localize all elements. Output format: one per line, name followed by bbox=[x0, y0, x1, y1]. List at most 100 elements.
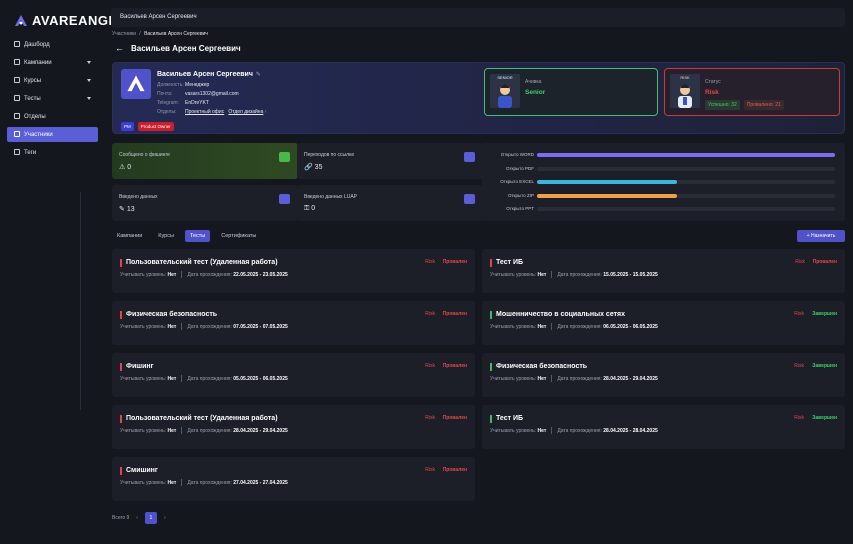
date-value: 28.04.2025 - 29.04.2025 bbox=[233, 427, 288, 434]
prev-page-button[interactable]: ‹ bbox=[136, 515, 138, 521]
department-link[interactable]: Проектный офис bbox=[185, 109, 224, 115]
page-header: ← Васильев Арсен Сергеевич bbox=[115, 43, 241, 53]
level-value: Нет bbox=[537, 323, 547, 330]
divider bbox=[181, 375, 183, 382]
back-arrow-icon[interactable]: ← bbox=[115, 43, 124, 53]
test-card[interactable]: Физическая безопасность Учитывать уровень… bbox=[112, 301, 475, 345]
risk-badge: Risk bbox=[425, 467, 435, 473]
test-title: Фишинг bbox=[120, 363, 154, 371]
sidebar-item-participants[interactable]: Участники bbox=[7, 127, 98, 142]
divider bbox=[551, 323, 553, 330]
date-label: Дата прохождения: bbox=[557, 375, 602, 382]
profile-tags: PM Product Owner bbox=[121, 122, 174, 131]
bar-label: Открыто PDF bbox=[505, 165, 534, 171]
bar-row: Открыто PPT bbox=[482, 205, 845, 213]
level-value: Нет bbox=[167, 323, 177, 330]
risk-badge: Risk bbox=[425, 259, 435, 265]
test-card[interactable]: Физическая безопасность Учитывать уровень… bbox=[482, 353, 845, 397]
status-counters: Успешно: 32 Провалено: 21 bbox=[705, 100, 784, 110]
test-icon bbox=[14, 95, 20, 101]
test-card[interactable]: Тест ИБ Учитывать уровень: Нет Дата прохож… bbox=[482, 405, 845, 449]
sidebar-nav: Дашборд Кампании Курсы Тесты Отделы Учас… bbox=[7, 37, 98, 163]
page-button[interactable]: 1 bbox=[144, 512, 157, 524]
sidebar-item-tags[interactable]: Теги bbox=[7, 145, 98, 160]
status-value: Risk bbox=[705, 89, 719, 96]
bar-label: Открыто EXCEL bbox=[500, 179, 534, 184]
stat-number: 35 bbox=[314, 164, 323, 171]
success-count-badge: Успешно: 32 bbox=[705, 100, 740, 110]
profile-info: Должность:Менеджер Почта: vasars1302@gmai… bbox=[157, 82, 267, 115]
test-meta: Учитывать уровень: Нет Дата прохождения: … bbox=[490, 323, 658, 330]
chevron-down-icon bbox=[87, 97, 91, 100]
tab-tests[interactable]: Тесты bbox=[184, 230, 211, 242]
bar-label: Открыто ZIP bbox=[507, 192, 534, 198]
sidebar-item-departments[interactable]: Отделы bbox=[7, 109, 98, 124]
divider bbox=[181, 479, 183, 486]
file-opens-chart: Открыто WORD Открыто PDF Открыто EXCEL Откр… bbox=[482, 143, 845, 221]
test-meta: Учитывать уровень: Нет Дата прохождения: … bbox=[120, 427, 288, 434]
failed-count-badge: Провалено: 21 bbox=[743, 100, 784, 110]
bar-track bbox=[537, 153, 835, 157]
page-title: Васильев Арсен Сергеевич bbox=[131, 43, 241, 53]
level-value: Нет bbox=[537, 271, 547, 278]
email-label: Почта: bbox=[157, 91, 173, 97]
level-label: Учитывать уровень: bbox=[490, 375, 537, 382]
divider bbox=[181, 427, 183, 434]
dashboard-icon bbox=[14, 41, 20, 47]
bar-track bbox=[537, 193, 835, 198]
test-meta: Учитывать уровень: Нет Дата прохождения: … bbox=[120, 375, 288, 382]
test-title: Физическая безопасность bbox=[490, 363, 587, 371]
status-badge: Провален bbox=[442, 259, 467, 265]
test-card[interactable]: Фишинг Учитывать уровень: Нет Дата прохожд… bbox=[112, 353, 475, 397]
link-icon: 🔗 bbox=[304, 164, 313, 171]
stat-label: Сообщено о фишинге bbox=[119, 152, 170, 158]
tab-certificates[interactable]: Сертификаты bbox=[216, 230, 261, 242]
sidebar-item-campaigns[interactable]: Кампании bbox=[7, 55, 98, 70]
bar-row: Открыто ZIP bbox=[482, 192, 845, 200]
test-title: Тест ИБ bbox=[490, 415, 523, 423]
bar-track bbox=[537, 180, 835, 184]
logo[interactable]: AVAREANGE bbox=[14, 13, 118, 28]
level-label: Учитывать уровень: bbox=[490, 323, 537, 330]
sidebar: AVAREANGE Дашборд Кампании Курсы Тесты О… bbox=[0, 0, 117, 544]
next-page-button[interactable]: › bbox=[164, 515, 166, 521]
sidebar-item-courses[interactable]: Курсы bbox=[7, 73, 98, 88]
date-value: 27.04.2025 - 27.04.2025 bbox=[233, 479, 288, 486]
date-label: Дата прохождения: bbox=[557, 427, 602, 434]
assign-button[interactable]: + Назначить bbox=[797, 230, 845, 242]
status-badge: Завершен bbox=[812, 415, 837, 421]
telegram-value: EnDreYKT bbox=[185, 100, 209, 106]
test-card[interactable]: Тест ИБ Учитывать уровень: Нет Дата прохож… bbox=[482, 249, 845, 293]
sidebar-item-dashboard[interactable]: Дашборд bbox=[7, 37, 98, 52]
tab-courses[interactable]: Курсы bbox=[153, 230, 179, 242]
sidebar-item-tests[interactable]: Тесты bbox=[7, 91, 98, 106]
tab-campaigns[interactable]: Кампании bbox=[112, 230, 147, 242]
breadcrumb-parent[interactable]: Участники bbox=[112, 31, 136, 37]
level-label: Учитывать уровень: bbox=[120, 323, 167, 330]
campaign-icon bbox=[14, 59, 20, 65]
profile-card: Васильев Арсен Сергеевич ✎ Должность:Мене… bbox=[112, 62, 845, 134]
test-card[interactable]: Пользовательский тест (Удаленная работа)… bbox=[112, 249, 475, 293]
stat-value: ⚠ 0 bbox=[119, 163, 131, 171]
test-card[interactable]: Мошенничество в социальных сетях Учитыват… bbox=[482, 301, 845, 345]
edit-icon[interactable]: ✎ bbox=[256, 72, 261, 78]
date-label: Дата прохождения: bbox=[187, 375, 232, 382]
test-title: Смишинг bbox=[120, 467, 158, 475]
department-link[interactable]: Отдел дизайна bbox=[228, 109, 263, 115]
breadcrumb: Участники / Васильев Арсен Сергеевич bbox=[112, 31, 208, 37]
bar-row: Открыто PDF bbox=[482, 165, 845, 173]
stat-label: Введено данных LUAP bbox=[304, 194, 358, 200]
risk-badge: Risk bbox=[425, 363, 435, 369]
stat-value: ⚿ 0 bbox=[304, 205, 315, 213]
chevron-down-icon bbox=[87, 79, 91, 82]
test-meta: Учитывать уровень: Нет Дата прохождения: … bbox=[120, 479, 288, 486]
breadcrumb-current: Васильев Арсен Сергеевич bbox=[144, 31, 208, 37]
bar-fill bbox=[537, 180, 678, 184]
risk-badge: Risk bbox=[794, 415, 804, 421]
risk-badge: Risk bbox=[794, 311, 804, 317]
stat-number: 0 bbox=[311, 205, 316, 212]
test-card[interactable]: Смишинг Учитывать уровень: Нет Дата прохож… bbox=[112, 457, 475, 501]
test-meta: Учитывать уровень: Нет Дата прохождения: … bbox=[490, 271, 658, 278]
status-badge: Завершен bbox=[812, 311, 837, 317]
test-card[interactable]: Пользовательский тест (Удаленная работа)… bbox=[112, 405, 475, 449]
